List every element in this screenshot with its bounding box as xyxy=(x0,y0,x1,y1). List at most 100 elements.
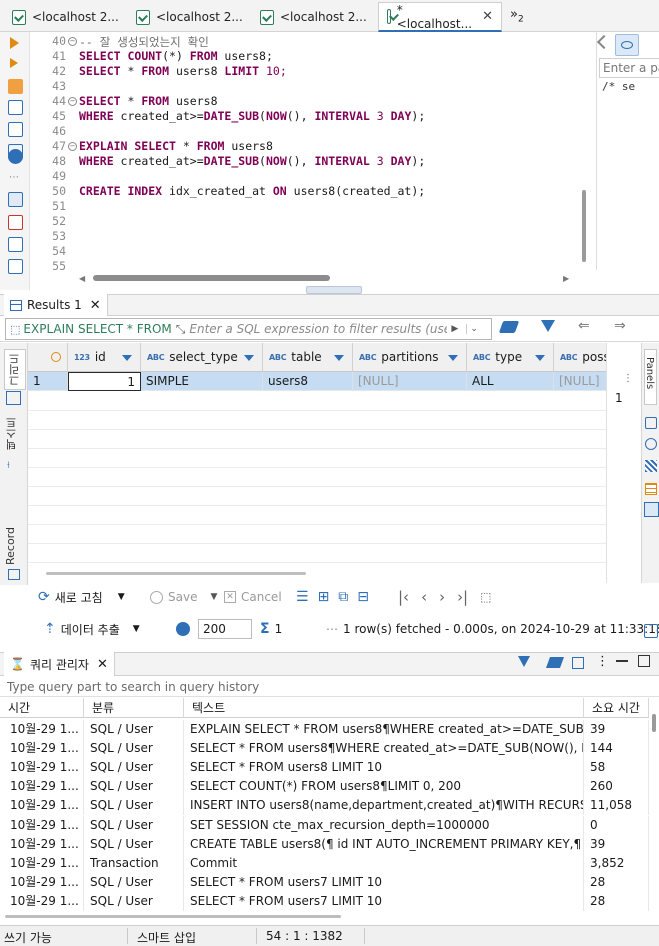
fetch-size-input[interactable]: 200 xyxy=(198,619,252,639)
query-history-table[interactable]: 시간 분류 텍스트 소요 시간 10월-29 1... SQL / User EXP… xyxy=(0,698,659,913)
forward-arrow-icon[interactable]: ⇒ xyxy=(614,318,626,334)
execute-new-tab-icon[interactable] xyxy=(10,58,18,68)
filter-input[interactable]: Enter a SQL expression to filter results… xyxy=(189,322,447,336)
expand-icon[interactable]: ⤡ xyxy=(176,322,186,337)
layout-toggle-icon[interactable] xyxy=(644,502,659,517)
column-header-type[interactable]: ABC type xyxy=(467,343,554,372)
grid-cell[interactable]: SIMPLE xyxy=(141,372,263,391)
history-row[interactable]: 10월-29 1... SQL / User INSERT INTO users8(… xyxy=(0,796,649,816)
scroll-right-icon[interactable]: ▶ xyxy=(563,274,569,283)
grid-cell[interactable]: 1 xyxy=(68,372,141,391)
gear-icon[interactable] xyxy=(176,622,190,636)
column-header-select_type[interactable]: ABC select_type xyxy=(141,343,263,372)
more-icon[interactable]: ⋯ xyxy=(326,618,338,640)
sort-arrow-icon[interactable] xyxy=(244,355,254,361)
more-icon[interactable]: ⋮ xyxy=(623,373,633,384)
export-data-button[interactable]: ⇡ 데이터 추출 ▼ xyxy=(44,618,140,640)
fold-toggle-icon[interactable]: − xyxy=(68,37,77,46)
editor-results-sash[interactable] xyxy=(306,286,362,294)
column-header-duration[interactable]: 소요 시간 xyxy=(584,698,649,718)
chevron-down-icon[interactable]: ▼ xyxy=(133,624,140,634)
history-row[interactable]: 10월-29 1... SQL / User SELECT COUNT(*) FRO… xyxy=(0,777,649,797)
filter-history-dropdown[interactable]: ⌄ xyxy=(466,324,478,334)
collapse-icon[interactable] xyxy=(596,34,612,50)
refresh-list-icon[interactable] xyxy=(572,657,584,669)
column-header-possi[interactable]: ABC possi xyxy=(554,343,606,372)
filter-icon[interactable] xyxy=(518,656,530,667)
execute-script-icon[interactable] xyxy=(8,79,23,94)
editor-tab-1[interactable]: <localhost 2... xyxy=(4,3,127,31)
copy-row-icon[interactable]: ⧉ xyxy=(338,589,348,605)
apply-filter-icon[interactable]: ▶ xyxy=(451,324,458,334)
fold-toggle-icon[interactable]: − xyxy=(68,97,77,106)
first-page-icon[interactable]: |‹ xyxy=(398,588,409,606)
side-tab-grid[interactable]: 그리드 xyxy=(4,349,26,390)
code-line[interactable]: -- 잘 생성되었는지 확인 xyxy=(79,34,209,50)
grid-cell[interactable]: ALL xyxy=(467,372,554,391)
more-icon[interactable]: ⋯ xyxy=(9,172,19,183)
format-icon[interactable] xyxy=(8,237,23,252)
horizontal-scroll-thumb[interactable] xyxy=(93,275,330,281)
fold-toggle-icon[interactable]: − xyxy=(68,142,77,151)
history-row[interactable]: 10월-29 1... SQL / User SELECT * FROM users… xyxy=(0,872,649,892)
code-line[interactable]: EXPLAIN SELECT * FROM users8 xyxy=(79,139,273,153)
load-plan-icon[interactable] xyxy=(8,122,23,137)
column-header-time[interactable]: 시간 xyxy=(0,698,84,718)
grid-horizontal-scrollbar[interactable] xyxy=(46,572,306,575)
maximize-icon[interactable] xyxy=(638,655,650,667)
code-line[interactable]: WHERE created_at>=DATE_SUB(NOW(), INTERV… xyxy=(79,154,425,168)
sql-editor[interactable]: 40− -- 잘 생성되었는지 확인 41 SELECT COUNT(*) FROM … xyxy=(30,32,595,272)
close-icon[interactable]: ✕ xyxy=(97,657,108,672)
close-icon[interactable]: ✕ xyxy=(90,298,101,313)
row-count-button[interactable]: Σ 1 xyxy=(260,618,282,640)
code-line[interactable]: SELECT COUNT(*) FROM users8; xyxy=(79,49,273,63)
previous-page-icon[interactable]: ‹ xyxy=(421,588,427,606)
query-history-search-input[interactable]: Type query part to search in query histo… xyxy=(0,677,659,697)
info-icon[interactable] xyxy=(645,417,657,429)
column-header-text[interactable]: 텍스트 xyxy=(184,698,584,718)
grid-cell[interactable]: users8 xyxy=(263,372,353,391)
editor-tab-4-active[interactable]: *<localhost... ✕ xyxy=(378,2,502,32)
file-error-icon[interactable] xyxy=(8,215,23,230)
code-line[interactable]: SELECT * FROM users8 LIMIT 10; xyxy=(79,64,287,78)
chevron-down-icon[interactable]: ▼ xyxy=(118,592,125,602)
metadata-icon[interactable] xyxy=(645,438,657,450)
add-row-icon[interactable]: ⊞ xyxy=(318,589,330,605)
layout-icon[interactable] xyxy=(8,259,23,274)
history-row[interactable]: 10월-29 1... SQL / User SELECT * FROM users… xyxy=(0,891,649,911)
execute-statement-icon[interactable] xyxy=(10,37,19,49)
code-line[interactable]: WHERE created_at>=DATE_SUB(NOW(), INTERV… xyxy=(79,109,425,123)
last-page-icon[interactable]: ›| xyxy=(457,588,468,606)
calc-icon[interactable] xyxy=(645,483,657,495)
grid-cell[interactable]: [NULL] xyxy=(353,372,467,391)
history-horizontal-scrollbar[interactable] xyxy=(5,915,341,918)
side-tab-record[interactable]: Record xyxy=(4,527,17,565)
more-icon[interactable]: ⋮ xyxy=(596,654,609,669)
next-page-icon[interactable]: › xyxy=(439,588,445,606)
back-arrow-icon[interactable]: ⇐ xyxy=(578,318,590,334)
refresh-button[interactable]: ⟳ 새로 고침 ▼ xyxy=(38,586,125,608)
editor-vertical-scrollbar[interactable] xyxy=(582,190,586,262)
history-row[interactable]: 10월-29 1... SQL / User SELECT * FROM users… xyxy=(0,739,649,759)
chevron-down-icon[interactable]: ▼ xyxy=(210,592,217,602)
history-vertical-scrollbar[interactable] xyxy=(652,714,656,732)
save-button[interactable]: Save ▼ xyxy=(150,586,217,608)
fetch-all-icon[interactable]: ⬚ xyxy=(480,590,491,604)
code-line[interactable]: CREATE INDEX idx_created_at ON users8(cr… xyxy=(79,184,425,198)
history-row[interactable]: 10월-29 1... SQL / User CREATE TABLE users8… xyxy=(0,834,649,854)
sort-arrow-icon[interactable] xyxy=(535,355,545,361)
sort-arrow-icon[interactable] xyxy=(448,355,458,361)
side-tab-text[interactable]: 텍스트 xyxy=(4,417,20,450)
editor-horizontal-scrollbar[interactable]: ◀ ▶ xyxy=(79,272,575,284)
history-row[interactable]: 10월-29 1... SQL / User SET SESSION cte_max… xyxy=(0,815,649,835)
editor-tab-3[interactable]: <localhost 2... xyxy=(252,3,375,31)
results-grid[interactable]: 123 id ABC select_type ABC table ABC partitions… xyxy=(28,343,606,573)
column-header-partitions[interactable]: ABC partitions xyxy=(353,343,467,372)
code-line[interactable]: SELECT * FROM users8 xyxy=(79,94,218,108)
cancel-button[interactable]: ✕ Cancel xyxy=(224,586,282,608)
preview-toggle-button[interactable] xyxy=(615,34,639,56)
grouping-icon[interactable] xyxy=(645,460,657,472)
row-number[interactable]: 1 xyxy=(28,372,68,391)
export-icon[interactable] xyxy=(8,192,23,207)
query-manager-tab[interactable]: ⌛ 쿼리 관리자 ✕ xyxy=(4,652,115,676)
